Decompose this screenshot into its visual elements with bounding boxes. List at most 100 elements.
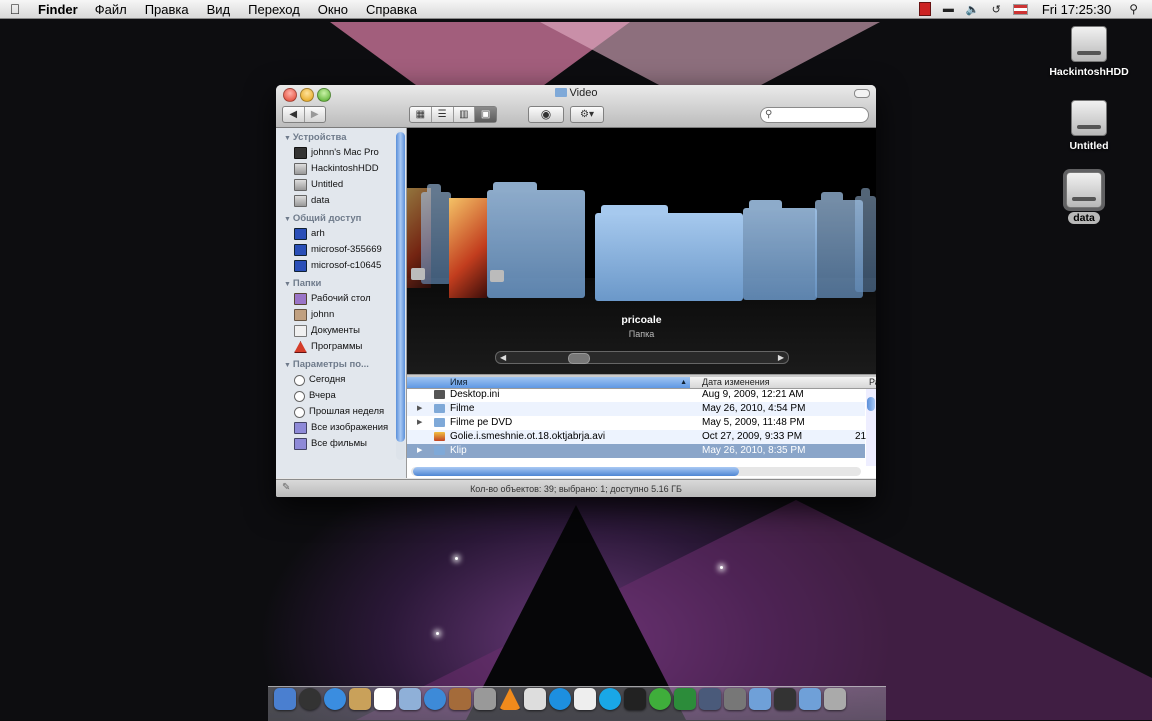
sidebar-item-past-week[interactable]: Прошлая неделя	[276, 404, 406, 420]
sidebar-header-shared[interactable]: Общий доступ	[276, 209, 406, 226]
toolbar-toggle-button[interactable]	[854, 89, 870, 98]
menu-clock[interactable]: Fri 17:25:30	[1042, 2, 1111, 17]
activity-monitor-icon[interactable]	[624, 688, 646, 710]
itunes-icon[interactable]	[424, 688, 446, 710]
skype-icon[interactable]	[599, 688, 621, 710]
recording-status-icon[interactable]	[918, 2, 931, 16]
search-field[interactable]: ⚲	[760, 107, 869, 123]
scroll-right-arrow-icon[interactable]: ▶	[778, 352, 784, 363]
sidebar-header-places[interactable]: Папки	[276, 274, 406, 291]
list-vertical-scrollbar[interactable]	[866, 389, 876, 466]
menu-file[interactable]: Файл	[86, 2, 136, 17]
spotlight-icon[interactable]: ⚲	[1129, 2, 1138, 16]
folder-cover-selected[interactable]	[595, 205, 743, 301]
back-button[interactable]: ◀	[283, 107, 305, 122]
sidebar-item-today[interactable]: Сегодня	[276, 372, 406, 388]
trash-icon[interactable]	[824, 688, 846, 710]
list-horizontal-scrollbar[interactable]	[411, 467, 861, 476]
sidebar-scrollbar[interactable]	[396, 130, 405, 460]
sidebar-item-data[interactable]: data	[276, 193, 406, 209]
apple-menu-icon[interactable]: 	[0, 1, 30, 17]
column-view-button[interactable]: ▥	[454, 107, 476, 122]
forward-button[interactable]: ▶	[305, 107, 326, 122]
app-icon[interactable]	[774, 688, 796, 710]
calendar-icon[interactable]	[374, 688, 396, 710]
menu-view[interactable]: Вид	[198, 2, 240, 17]
sidebar-item-untitled[interactable]: Untitled	[276, 177, 406, 193]
folder-cover[interactable]	[855, 188, 876, 292]
menu-edit[interactable]: Правка	[136, 2, 198, 17]
address-book-icon[interactable]	[349, 688, 371, 710]
numbers-icon[interactable]	[674, 688, 696, 710]
list-row[interactable]: ▶ Filme May 26, 2010, 4:54 PM	[407, 402, 865, 416]
list-horizontal-scroll-thumb[interactable]	[413, 467, 739, 476]
sidebar-item-all-images[interactable]: Все изображения	[276, 420, 406, 436]
sidebar-item-applications[interactable]: Программы	[276, 339, 406, 355]
quick-look-button[interactable]: ◉	[528, 106, 564, 123]
volume-icon[interactable]: 🔈	[966, 3, 980, 16]
messenger-icon[interactable]	[549, 688, 571, 710]
search-input[interactable]	[777, 109, 866, 123]
textedit-icon[interactable]	[574, 688, 596, 710]
dashboard-icon[interactable]	[299, 688, 321, 710]
utorrent-icon[interactable]	[649, 688, 671, 710]
sidebar-item-documents[interactable]: Документы	[276, 323, 406, 339]
scroll-left-arrow-icon[interactable]: ◀	[500, 352, 506, 363]
quicktime-icon[interactable]	[524, 688, 546, 710]
list-row[interactable]: Golie.i.smeshnie.ot.18.oktjabrja.avi Oct…	[407, 430, 866, 444]
sidebar-item-microsof-c10645[interactable]: microsof-c10645	[276, 258, 406, 274]
menu-help[interactable]: Справка	[357, 2, 426, 17]
downloads-folder-icon[interactable]	[799, 688, 821, 710]
coverflow-view-button[interactable]: ▣	[475, 107, 496, 122]
column-header-size[interactable]: Ра	[869, 377, 876, 388]
iphoto-icon[interactable]	[449, 688, 471, 710]
safari-icon[interactable]	[324, 688, 346, 710]
finder-icon[interactable]	[274, 688, 296, 710]
display-icon[interactable]: ▬	[943, 3, 954, 15]
menu-window[interactable]: Окно	[309, 2, 357, 17]
disclosure-triangle-icon[interactable]: ▶	[417, 402, 422, 416]
coverflow-view[interactable]: pricoale Папка ◀ ▶	[407, 128, 876, 376]
sidebar-item-desktop[interactable]: Рабочий стол	[276, 291, 406, 307]
icon-view-button[interactable]: ▦	[410, 107, 432, 122]
sidebar-item-mac-pro[interactable]: johnn's Mac Pro	[276, 145, 406, 161]
system-preferences-icon[interactable]	[474, 688, 496, 710]
video-thumbnail[interactable]	[449, 198, 487, 298]
desktop-disk-untitled[interactable]: Untitled	[1044, 100, 1134, 152]
disclosure-triangle-icon[interactable]: ▶	[417, 444, 422, 458]
desktop-disk-data[interactable]: data	[1039, 172, 1129, 224]
sidebar-item-arh[interactable]: arh	[276, 226, 406, 242]
sidebar-item-yesterday[interactable]: Вчера	[276, 388, 406, 404]
sidebar-header-devices[interactable]: Устройства	[276, 128, 406, 145]
list-view-button[interactable]: ☰	[432, 107, 454, 122]
imovie-icon[interactable]	[699, 688, 721, 710]
applications-folder-icon[interactable]	[749, 688, 771, 710]
list-vertical-scroll-thumb[interactable]	[867, 397, 875, 411]
sidebar-scroll-thumb[interactable]	[396, 132, 405, 442]
input-flag-icon[interactable]	[1012, 3, 1028, 15]
desktop-disk-hackintoshhdd[interactable]: HackintoshHDD	[1044, 26, 1134, 78]
disclosure-triangle-icon[interactable]: ▶	[417, 416, 422, 430]
window-titlebar[interactable]: Video ◀ ▶ ▦ ☰ ▥ ▣ ◉ ⚙▾ ⚲	[276, 85, 876, 128]
menu-app-name[interactable]: Finder	[30, 2, 86, 17]
menu-go[interactable]: Переход	[239, 2, 309, 17]
action-menu-button[interactable]: ⚙▾	[570, 106, 604, 123]
sidebar-item-microsof-355669[interactable]: microsof-355669	[276, 242, 406, 258]
column-header-name[interactable]: Имя ▲	[407, 377, 690, 388]
sidebar-header-search-for[interactable]: Параметры по...	[276, 355, 406, 372]
time-machine-icon[interactable]: ↺	[992, 3, 1001, 16]
folder-cover[interactable]	[743, 200, 817, 300]
folder-cover[interactable]	[421, 184, 451, 284]
list-row[interactable]: ▶ Filme pe DVD May 5, 2009, 11:48 PM	[407, 416, 865, 430]
list-row[interactable]: Desktop.ini Aug 9, 2009, 12:21 AM	[407, 388, 865, 402]
sidebar-item-all-movies[interactable]: Все фильмы	[276, 436, 406, 452]
list-row-selected[interactable]: ▶ Klip May 26, 2010, 8:35 PM	[407, 444, 865, 458]
coverflow-scroll-knob[interactable]	[568, 353, 590, 364]
sidebar-item-home[interactable]: johnn	[276, 307, 406, 323]
app-icon[interactable]	[724, 688, 746, 710]
vlc-icon[interactable]	[499, 688, 521, 710]
column-header-date[interactable]: Дата изменения	[702, 377, 770, 388]
preview-icon[interactable]	[399, 688, 421, 710]
sidebar-item-hackintoshhdd[interactable]: HackintoshHDD	[276, 161, 406, 177]
coverflow-scrollbar[interactable]: ◀ ▶	[495, 351, 789, 364]
